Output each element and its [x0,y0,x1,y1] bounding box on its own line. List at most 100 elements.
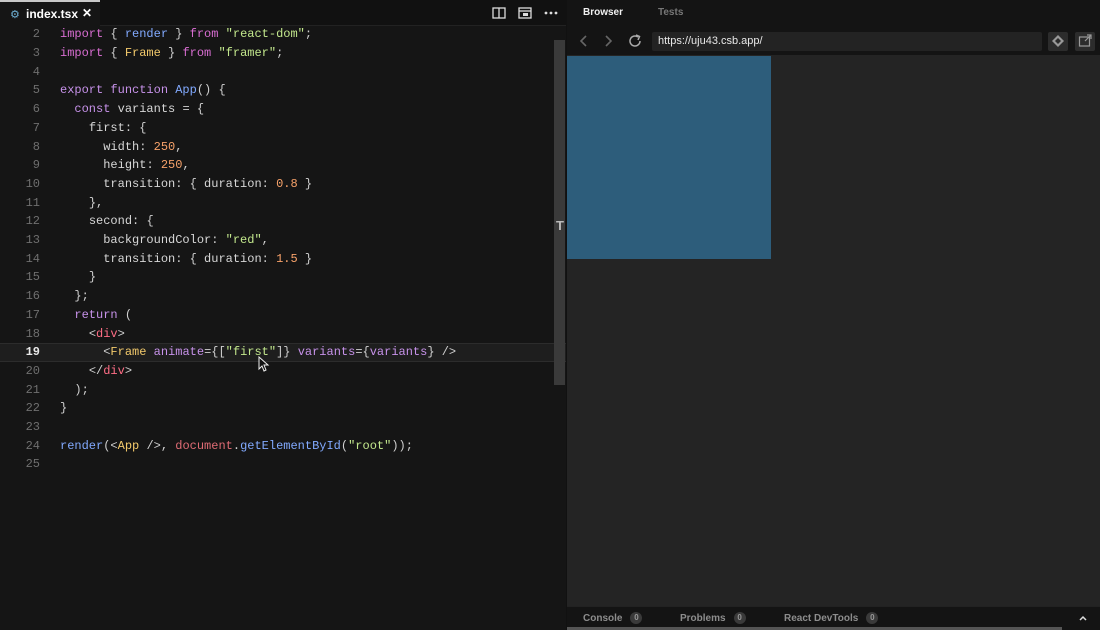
code-text: const variants = { [74,102,205,117]
code-line[interactable]: 4 [0,62,566,81]
code-line[interactable]: 19 <Frame animate={["first"]} variants={… [0,342,566,362]
code-text: export function App() { [60,83,226,98]
code-line[interactable]: 17 return ( [0,306,566,325]
line-number: 12 [25,214,40,229]
mouse-cursor-icon [258,355,270,372]
line-number: 24 [25,438,40,453]
code-line[interactable]: 5 export function App() { [0,81,566,100]
back-icon[interactable] [576,33,592,49]
code-line[interactable]: 18 <div> [0,324,566,343]
tab-tests[interactable]: Tests [658,7,683,18]
browser-navigation-bar: https://uju43.csb.app/ [567,28,1100,55]
code-text: import { Frame } from "framer"; [60,46,284,61]
line-number: 4 [32,64,40,79]
code-line[interactable]: 25 [0,455,566,474]
split-view-icon[interactable] [491,5,507,21]
code-line[interactable]: 15 } [0,268,566,287]
line-number: 2 [32,27,40,42]
code-line[interactable]: 12 second: { [0,212,566,231]
line-number: 19 [25,345,40,360]
code-line[interactable]: 3 import { Frame } from "framer"; [0,44,566,63]
codesandbox-icon[interactable] [1048,32,1068,51]
editor-tab-bar: ⚙ index.tsx ✕ [0,0,566,26]
line-number: 6 [32,102,40,117]
code-text: <div> [88,326,125,341]
code-text: } [60,401,68,416]
browser-panel: Browser Tests https://uju43.csb.app/ Con… [566,0,1100,630]
preview-window-icon[interactable] [517,5,533,21]
line-number: 3 [32,46,40,61]
problems-label: Problems [680,612,726,624]
react-devtools-label: React DevTools [784,612,859,624]
line-number: 13 [25,233,40,248]
browser-tab-bar: Browser Tests [567,0,1100,28]
code-text: import { render } from "react-dom"; [60,27,313,42]
line-number: 8 [32,139,40,154]
code-text: height: 250, [103,158,190,173]
line-number: 15 [25,270,40,285]
code-editor[interactable]: ⚙ index.tsx ✕ 2 import { render } from "r… [0,0,566,630]
code-text: }; [74,289,89,304]
editor-scrollbar[interactable] [554,40,565,385]
code-line[interactable]: 10 transition: { duration: 0.8 } [0,175,566,194]
code-line[interactable]: 14 transition: { duration: 1.5 } [0,249,566,268]
devtools-bar: Console 0 Problems 0 React DevTools 0 [567,606,1100,630]
code-line[interactable]: 24 render(<App />, document.getElementByI… [0,436,566,455]
code-line[interactable]: 23 [0,418,566,437]
line-number: 21 [25,382,40,397]
line-number: 22 [25,401,40,416]
code-text: transition: { duration: 1.5 } [103,251,313,266]
close-icon[interactable]: ✕ [82,6,92,20]
code-text: transition: { duration: 0.8 } [103,176,313,191]
code-line[interactable]: 11 }, [0,193,566,212]
line-number: 14 [25,251,40,266]
tab-browser[interactable]: Browser [583,7,623,18]
code-text: }, [88,195,104,210]
code-line[interactable]: 21 ); [0,380,566,399]
code-line[interactable]: 22} [0,399,566,418]
browser-preview[interactable] [567,55,1100,606]
code-line[interactable]: 16 }; [0,287,566,306]
tab-label: index.tsx [26,7,79,21]
code-line[interactable]: 20 </div> [0,362,566,381]
code-text: second: { [88,214,154,229]
react-devtools-count-badge: 0 [866,612,879,624]
code-text: } [88,270,97,285]
framer-frame-box [567,56,771,259]
code-text: backgroundColor: "red", [103,233,269,248]
tab-index-tsx[interactable]: ⚙ index.tsx ✕ [0,0,100,26]
console-label: Console [583,612,623,624]
line-number: 18 [25,326,40,341]
code-line[interactable]: 2 import { render } from "react-dom"; [0,25,566,44]
line-number: 5 [32,83,40,98]
refresh-icon[interactable] [627,33,643,49]
open-new-window-icon[interactable] [1075,32,1095,51]
forward-icon[interactable] [600,33,616,49]
code-area[interactable]: 2 import { render } from "react-dom"; 3 imp… [0,25,566,475]
code-text: </div> [88,363,133,378]
code-line[interactable]: 7 first: { [0,119,566,138]
tab-console[interactable]: Console 0 [583,612,643,624]
tab-problems[interactable]: Problems 0 [680,612,746,624]
code-line[interactable]: 6 const variants = { [0,100,566,119]
code-line[interactable]: 9 height: 250, [0,156,566,175]
problems-count-badge: 0 [733,612,746,624]
code-text: return ( [74,307,133,322]
code-line[interactable]: 8 width: 250, [0,137,566,156]
console-count-badge: 0 [630,612,643,624]
code-line[interactable]: 13 backgroundColor: "red", [0,231,566,250]
line-number: 16 [25,289,40,304]
code-text: first: { [88,120,147,135]
line-number: 17 [25,307,40,322]
code-text: ); [74,382,89,397]
resize-handle-icon[interactable]: T [556,218,564,233]
more-options-icon[interactable] [543,5,559,21]
gear-icon: ⚙ [10,8,20,21]
tab-react-devtools[interactable]: React DevTools 0 [784,612,879,624]
code-text: width: 250, [103,139,183,154]
url-input[interactable]: https://uju43.csb.app/ [652,32,1042,51]
line-number: 10 [25,176,40,191]
chevron-up-icon[interactable] [1077,612,1089,624]
line-number: 23 [25,420,40,435]
line-number: 20 [25,363,40,378]
